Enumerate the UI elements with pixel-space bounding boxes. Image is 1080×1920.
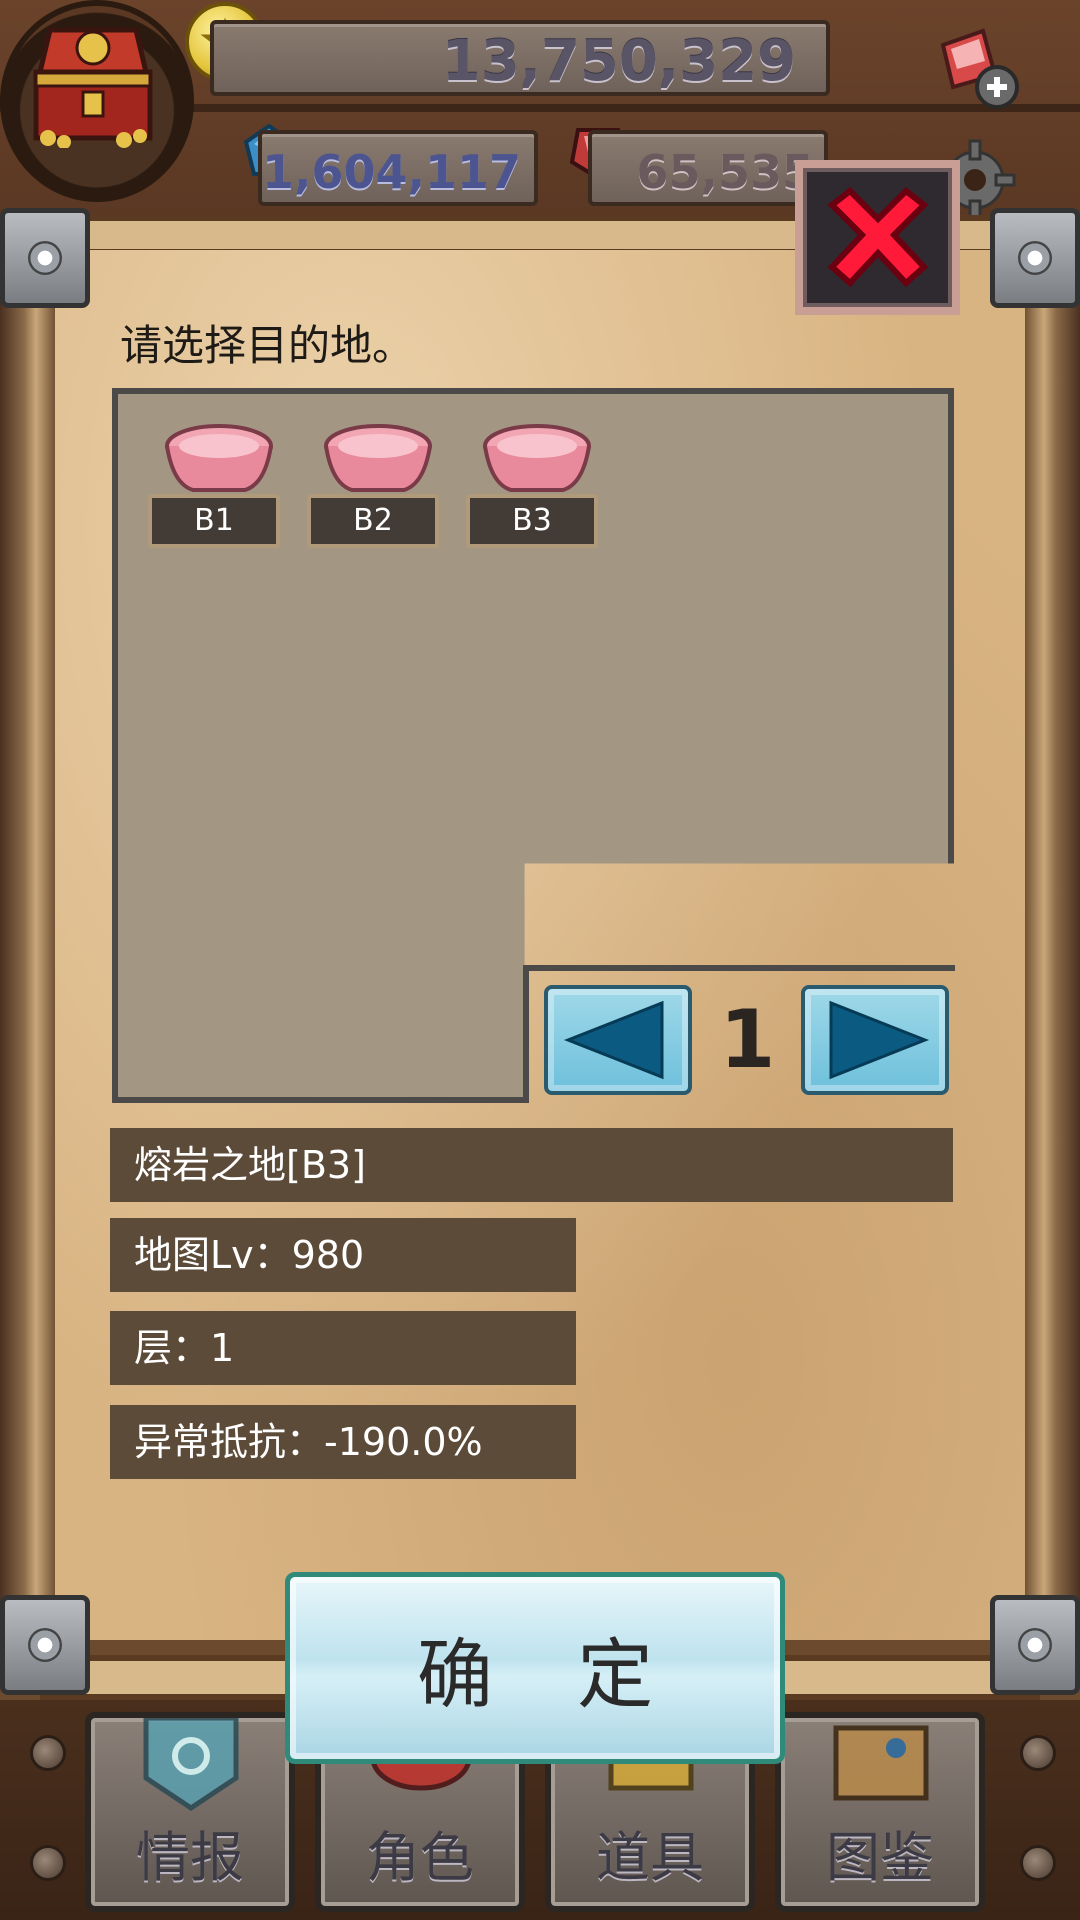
close-icon — [826, 186, 929, 287]
grid-notch-edge — [523, 965, 955, 971]
tab-label: 情报 — [136, 1826, 244, 1889]
floor-portal-icon — [165, 424, 273, 492]
destination-label: B3 — [466, 494, 598, 548]
confirm-button[interactable]: 确 定 — [285, 1572, 785, 1764]
bolt-icon — [1020, 1845, 1056, 1881]
frame-corner-bolt-icon — [990, 208, 1080, 308]
confirm-label: 确 定 — [416, 1630, 684, 1719]
next-page-button[interactable] — [801, 985, 949, 1095]
treasure-chest-icon[interactable] — [28, 20, 158, 149]
frame-corner-bolt-icon — [0, 1595, 90, 1695]
floor-portal-icon — [483, 424, 591, 492]
right-arrow-icon — [829, 1000, 930, 1080]
destination-prompt: 请选择目的地。 — [120, 321, 415, 370]
frame-right-rail — [1020, 240, 1080, 1680]
tab-label: 图鉴 — [826, 1826, 934, 1889]
tab-encyclopedia[interactable]: 图鉴 — [775, 1712, 985, 1912]
grid-notch-edge — [523, 965, 529, 1103]
close-button[interactable] — [795, 160, 960, 315]
destination-b2[interactable]: B2 — [307, 392, 447, 548]
add-ruby-button[interactable] — [935, 25, 1023, 113]
bolt-icon — [30, 1735, 66, 1771]
prev-page-button[interactable] — [544, 985, 692, 1095]
bolt-icon — [1020, 1735, 1056, 1771]
map-name: 熔岩之地[B3] — [110, 1128, 953, 1202]
frame-corner-bolt-icon — [990, 1595, 1080, 1695]
page-number: 1 — [719, 993, 776, 1086]
tab-label: 道具 — [596, 1826, 704, 1889]
tab-info[interactable]: 情报 — [85, 1712, 295, 1912]
floor-portal-icon — [324, 424, 432, 492]
left-arrow-icon — [563, 1000, 664, 1080]
map-level: 地图Lv：980 — [110, 1218, 576, 1292]
status-resistance: 异常抵抗：-190.0% — [110, 1405, 576, 1479]
destination-b1[interactable]: B1 — [148, 392, 288, 548]
destination-label: B1 — [148, 494, 280, 548]
gem-amount: 1,604,117 — [258, 130, 538, 206]
book-icon — [833, 1725, 929, 1801]
floor-number: 层：1 — [110, 1311, 576, 1385]
bolt-icon — [30, 1845, 66, 1881]
gold-amount: 13,750,329 — [210, 20, 830, 96]
ruby-amount: 65,535 — [588, 130, 828, 206]
banner-icon — [143, 1718, 239, 1812]
tab-label: 角色 — [366, 1826, 474, 1889]
frame-left-rail — [0, 240, 60, 1680]
destination-label: B2 — [307, 494, 439, 548]
frame-corner-bolt-icon — [0, 208, 90, 308]
destination-b3[interactable]: B3 — [466, 392, 606, 548]
